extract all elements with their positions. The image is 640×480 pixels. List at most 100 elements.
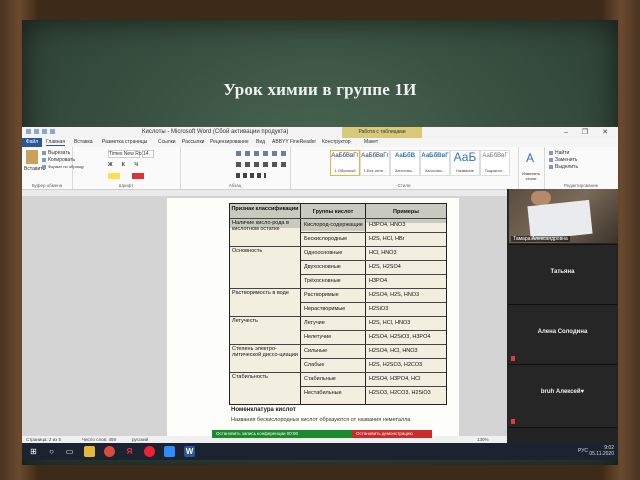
- table-cell-feature: Стабильность: [232, 374, 269, 380]
- style-name: Подзагол...: [484, 168, 506, 173]
- table-cell-example: H3PO4: [369, 278, 388, 284]
- style-preview: АаБбВвГг: [361, 153, 389, 159]
- select-button[interactable]: Выделить: [555, 164, 578, 170]
- font-color-icon[interactable]: [108, 173, 168, 179]
- document-area: Признак классификации Группы кислот Прим…: [22, 196, 507, 436]
- tab-layout[interactable]: Макет: [364, 139, 378, 145]
- taskbar: ⊞ ○ ▭ Я W РУС 9:02 05.11.2020: [22, 443, 618, 460]
- paste-icon[interactable]: [26, 150, 38, 164]
- font-size-select[interactable]: 14: [142, 150, 154, 158]
- align-icons[interactable]: [236, 162, 286, 167]
- style-preview: АаБбВ: [394, 153, 416, 159]
- table-cell-example: H2S, HCl, HBr: [369, 236, 405, 242]
- tab-page-layout[interactable]: Разметка страницы: [102, 139, 147, 145]
- table-cell-group: Растворимые: [304, 292, 339, 298]
- save-icon[interactable]: [34, 129, 39, 134]
- clock[interactable]: 9:02 05.11.2020: [589, 445, 614, 457]
- select-icon: [549, 165, 553, 169]
- table-cell-example: H2SO4, H2S, HNO3: [369, 292, 420, 298]
- cut-button[interactable]: Вырезать: [48, 150, 70, 156]
- table-cell-group: Летучие: [304, 320, 325, 326]
- participant-name: Алена Солодина: [537, 329, 588, 335]
- style-heading-2[interactable]: АаБбВвГ Заголово...: [420, 150, 450, 176]
- style-preview: АаБбВвГ: [421, 153, 449, 159]
- table-divider: [300, 204, 301, 404]
- recording-banner[interactable]: Остановить запись конференции 00:00: [212, 430, 352, 438]
- font-name-select[interactable]: Times New Ro: [108, 150, 142, 158]
- tab-review[interactable]: Рецензирование: [210, 139, 249, 145]
- change-styles-button[interactable]: A Изменить стили: [518, 147, 545, 189]
- word-icon[interactable]: W: [184, 446, 195, 457]
- tab-mailings[interactable]: Рассылки: [182, 139, 204, 145]
- tab-insert[interactable]: Вставка: [74, 139, 93, 145]
- tab-view[interactable]: Вид: [256, 139, 265, 145]
- table-header-examples: Примеры: [366, 204, 446, 223]
- table-cell-group: Бескислородные: [304, 236, 348, 242]
- stop-share-button[interactable]: Остановить демонстрацию: [352, 430, 432, 438]
- style-name: Заголово...: [394, 168, 416, 173]
- tab-home[interactable]: Главная: [46, 139, 66, 146]
- find-button[interactable]: Найти: [555, 150, 569, 156]
- window-controls[interactable]: – ❐ ✕: [564, 128, 614, 136]
- style-title[interactable]: АаБ Название: [450, 150, 480, 176]
- group-label: Редактирование: [563, 183, 599, 188]
- style-heading-1[interactable]: АаБбВ Заголово...: [390, 150, 420, 176]
- group-label: Стили: [397, 183, 411, 188]
- participant-tile[interactable]: Татьяна: [508, 245, 617, 305]
- tab-design[interactable]: Конструктор: [322, 139, 351, 145]
- style-no-spacing[interactable]: АаБбВвГг 1 Без инте...: [360, 150, 390, 176]
- word-count[interactable]: Число слов: 459: [82, 437, 116, 442]
- word-logo-icon[interactable]: [26, 129, 31, 134]
- table-row-line: [301, 358, 446, 359]
- style-subtitle[interactable]: АаБбВвГ Подзагол...: [480, 150, 510, 176]
- group-label: Абзац: [228, 183, 242, 188]
- participant-tile[interactable]: bruh Алексей♥: [508, 365, 617, 428]
- style-preview: АаБбВвГ: [482, 153, 508, 159]
- participant-tile-video[interactable]: Тамара Александровна: [508, 189, 618, 245]
- search-icon[interactable]: ○: [46, 446, 57, 457]
- copy-button[interactable]: Копировать: [48, 157, 75, 163]
- table-row-line: [230, 288, 446, 289]
- table-cell-example: H3PO4, HNO3: [369, 222, 406, 228]
- notebook-sheet: [527, 199, 593, 241]
- table-cell-group: Нестабильные: [304, 390, 342, 396]
- table-cell-example: H2S, H2SO3, H2CO3: [369, 362, 423, 368]
- page-count[interactable]: Страница: 2 из 5: [26, 437, 61, 442]
- yandex-browser-icon[interactable]: Я: [124, 446, 135, 457]
- group-styles: АаБбВвГг 1 Обычный АаБбВвГг 1 Без инте..…: [290, 147, 519, 189]
- section-heading: Номенклатура кислот: [231, 407, 296, 413]
- table-row-line: [230, 372, 446, 373]
- border-icons[interactable]: [236, 173, 266, 178]
- ribbon: Вставить Вырезать Копировать Формат по о…: [22, 147, 618, 190]
- group-clipboard: Вставить Вырезать Копировать Формат по о…: [22, 147, 84, 189]
- language[interactable]: русский: [132, 437, 148, 442]
- undo-icon[interactable]: [42, 129, 47, 134]
- font-format-buttons[interactable]: Ж К Ч: [108, 162, 142, 168]
- chrome-icon[interactable]: [104, 446, 115, 457]
- participant-tile[interactable]: Алена Солодина: [508, 305, 617, 365]
- table-cell-feature: Наличие кисло-рода в кислотном остатке: [232, 220, 289, 232]
- style-preview: АаБ: [453, 150, 477, 164]
- style-normal[interactable]: АаБбВвГг 1 Обычный: [330, 150, 360, 176]
- redo-icon[interactable]: [50, 129, 55, 134]
- start-icon[interactable]: ⊞: [28, 446, 39, 457]
- explorer-icon[interactable]: [84, 446, 95, 457]
- tab-file[interactable]: Файл: [22, 138, 42, 147]
- opera-icon[interactable]: [144, 446, 155, 457]
- list-icons[interactable]: [236, 151, 286, 156]
- table-row-line: [230, 218, 446, 219]
- table-row-line: [301, 330, 446, 331]
- task-view-icon[interactable]: ▭: [64, 446, 75, 457]
- language-indicator[interactable]: РУС: [578, 448, 588, 454]
- change-styles-label: Изменить стили: [521, 171, 541, 181]
- replace-button[interactable]: Заменить: [555, 157, 577, 163]
- tab-abbyy[interactable]: ABBYY FineReader: [272, 139, 316, 145]
- quick-access-toolbar: [26, 129, 66, 136]
- tab-references[interactable]: Ссылки: [158, 139, 176, 145]
- zoom-level[interactable]: 130%: [477, 437, 489, 442]
- slide-title: Урок химии в группе 1И: [223, 80, 417, 99]
- table-cell-feature: Основность: [232, 248, 263, 254]
- zoom-icon[interactable]: [164, 446, 175, 457]
- replace-icon: [549, 158, 553, 162]
- table-cell-example: H2SO4, H3PO4, HCl: [369, 376, 421, 382]
